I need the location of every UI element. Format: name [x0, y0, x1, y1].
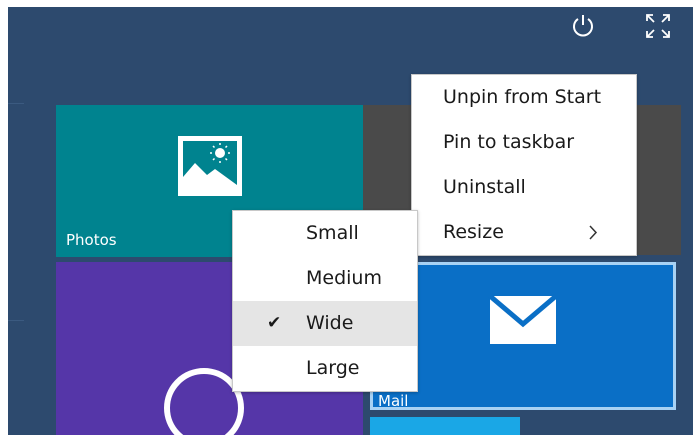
edge-marker — [8, 103, 24, 104]
menu-item-label: Small — [306, 222, 359, 244]
menu-item-label: Resize — [443, 221, 504, 243]
uninstall-item[interactable]: Uninstall — [412, 165, 636, 210]
expand-button[interactable] — [641, 11, 675, 41]
resize-medium-item[interactable]: Medium — [233, 256, 417, 301]
resize-wide-item[interactable]: ✔ Wide — [233, 301, 417, 346]
checkmark-icon: ✔ — [267, 313, 282, 333]
menu-item-label: Unpin from Start — [443, 86, 602, 108]
expand-icon — [646, 14, 670, 38]
app-tile[interactable] — [370, 417, 520, 435]
menu-item-label: Large — [306, 357, 360, 379]
photos-tile-label: Photos — [66, 231, 117, 249]
mail-envelope-icon — [488, 294, 558, 344]
resize-submenu: Small Medium ✔ Wide Large — [232, 210, 418, 392]
menu-item-label: Wide — [306, 312, 354, 334]
menu-item-label: Pin to taskbar — [443, 131, 575, 153]
menu-item-label: Medium — [306, 267, 382, 289]
mail-tile-label: Mail — [378, 392, 409, 410]
pin-to-taskbar-item[interactable]: Pin to taskbar — [412, 120, 636, 165]
resize-large-item[interactable]: Large — [233, 346, 417, 391]
tile-context-menu: Unpin from Start Pin to taskbar Uninstal… — [411, 74, 637, 256]
menu-item-label: Uninstall — [443, 176, 526, 198]
resize-item[interactable]: Resize — [412, 210, 636, 255]
edge-marker — [8, 320, 24, 321]
chevron-right-icon — [588, 210, 598, 272]
power-icon — [573, 15, 593, 37]
photos-icon — [178, 136, 242, 196]
resize-small-item[interactable]: Small — [233, 211, 417, 256]
power-button[interactable] — [568, 10, 598, 42]
unpin-from-start-item[interactable]: Unpin from Start — [412, 75, 636, 120]
